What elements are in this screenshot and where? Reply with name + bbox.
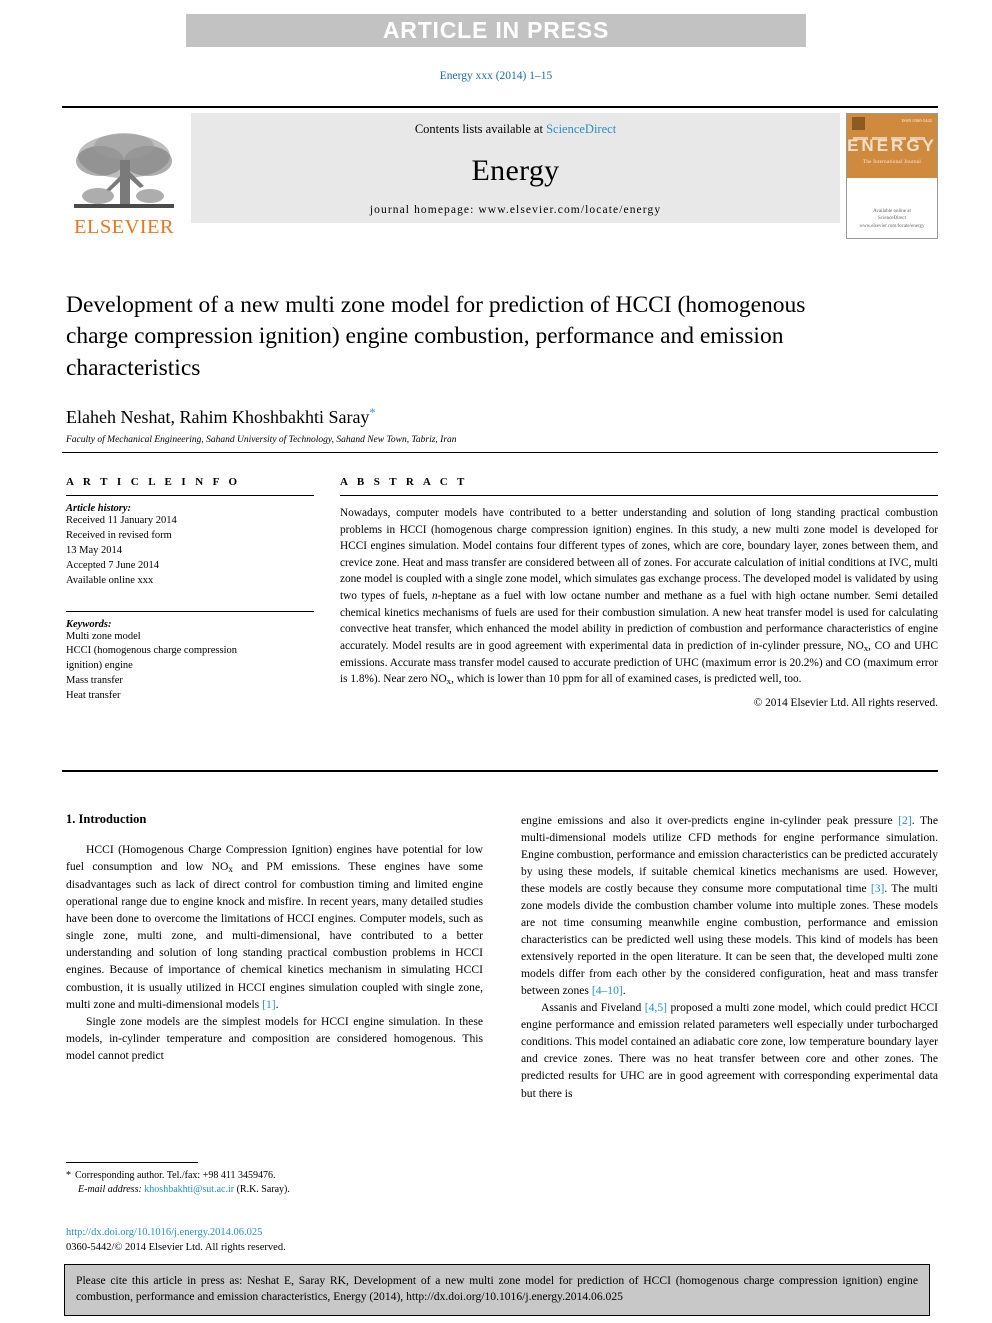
page-title: Development of a new multi zone model fo… [66,292,806,381]
sciencedirect-link[interactable]: ScienceDirect [546,122,616,136]
running-head: Energy xxx (2014) 1–15 [439,70,553,82]
para-text: Assanis and Fiveland [541,1001,645,1015]
doi-block: http://dx.doi.org/10.1016/j.energy.2014.… [66,1225,566,1255]
article-history-item: Available online xxx [66,574,154,586]
info-section-rule [62,452,938,453]
citation-ref[interactable]: [4–10] [592,984,623,997]
paragraph: Assanis and Fiveland [4,5] proposed a mu… [521,999,938,1101]
elsevier-logo: ELSEVIER [62,113,186,239]
citation-ref[interactable]: [3] [871,882,885,895]
para-text: . [622,984,626,998]
keyword-item: HCCI (homogenous charge compression [66,645,237,657]
paragraph: Single zone models are the simplest mode… [66,1014,483,1062]
abstract-body: Nowadays, computer models have contribut… [340,505,938,688]
body-columns: 1. Introduction HCCI (Homogenous Charge … [66,812,938,1102]
affiliation: Faculty of Mechanical Engineering, Sahan… [66,435,457,446]
email-label: E-mail address: [78,1184,142,1196]
cover-footer-line2: ScienceDirect [877,216,907,221]
abstract-text-1: Nowadays, computer models have contribut… [340,507,938,602]
abstract-heading: A B S T R A C T [340,476,468,488]
keyword-item: ignition) engine [66,660,133,672]
cover-footer: Available online at ScienceDirect www.el… [847,208,937,231]
right-column: engine emissions and also it over-predic… [521,812,938,1102]
para-text: proposed a multi zone model, which could… [521,1001,938,1100]
keyword-item: Heat transfer [66,690,121,702]
keyword-item: Mass transfer [66,675,123,687]
author-names: Elaheh Neshat, Rahim Khoshbakhti Saray [66,407,370,428]
journal-homepage[interactable]: journal homepage: www.elsevier.com/locat… [370,204,661,216]
elsevier-tree-icon [74,132,174,208]
title-block: Development of a new multi zone model fo… [66,290,856,445]
citation-ref[interactable]: [2] [898,814,912,827]
article-in-press-banner: ARTICLE IN PRESS [186,14,806,47]
para-text: . The multi zone models divide the combu… [521,882,938,998]
paragraph: HCCI (Homogenous Charge Compression Igni… [66,841,483,1013]
journal-info-box: Contents lists available at ScienceDirec… [191,113,840,223]
doi-link[interactable]: http://dx.doi.org/10.1016/j.energy.2014.… [66,1225,566,1240]
article-info-heading: A R T I C L E I N F O [66,476,241,488]
left-column: 1. Introduction HCCI (Homogenous Charge … [66,812,483,1102]
journal-masthead: ELSEVIER Contents lists available at Sci… [62,106,938,239]
article-history-label: Article history: [66,503,132,514]
para-text: . [275,997,279,1011]
article-info-column: A R T I C L E I N F O Article history: R… [66,476,314,709]
citation-ref[interactable]: [1] [262,998,276,1011]
article-history-item: 13 May 2014 [66,544,122,556]
section-heading-introduction: 1. Introduction [66,812,147,826]
footnote-rule [66,1162,198,1163]
email-link[interactable]: khoshbakhti@sut.ac.ir [144,1184,234,1195]
journal-cover-thumbnail: ISSN 0360-5442 ENERGY The International … [846,113,938,239]
keywords-label: Keywords: [66,618,112,630]
corresponding-author-note: * Corresponding author. Tel./fax: +98 411… [66,1169,483,1183]
footnote-text: Corresponding author. Tel./fax: +98 411 … [75,1170,276,1181]
contents-available-line: Contents lists available at ScienceDirec… [415,122,616,137]
cover-decor-lines [853,127,931,140]
cover-title: ENERGY [847,136,937,155]
para-text: engine emissions and also it over-predic… [521,814,899,827]
citation-box: Please cite this article in press as: Ne… [64,1264,930,1316]
contents-prefix: Contents lists available at [414,122,547,136]
paper-page: ARTICLE IN PRESS Energy xxx (2014) 1–15 [0,0,992,1323]
corresponding-author-marker: * [369,405,376,420]
paragraph: engine emissions and also it over-predic… [521,812,938,999]
email-owner: (R.K. Saray). [236,1184,290,1196]
keyword-item: Multi zone model [66,630,141,642]
info-abstract-row: A R T I C L E I N F O Article history: R… [66,476,938,709]
footnote-star: * [66,1170,71,1181]
article-history-item: Received in revised form [66,529,172,541]
body-section-rule [62,770,938,772]
footnote-block: * Corresponding author. Tel./fax: +98 411… [66,1162,483,1197]
article-in-press-label: ARTICLE IN PRESS [382,17,610,43]
abstract-column: A B S T R A C T Nowadays, computer model… [340,476,938,709]
article-info-divider [66,495,314,496]
issn-copyright-line: 0360-5442/© 2014 Elsevier Ltd. All right… [66,1242,286,1254]
journal-title: Energy [471,153,560,187]
cover-footer-line1: Available online at [873,208,911,214]
para-text: and PM emissions. These engines have som… [66,860,483,1011]
abstract-copyright: © 2014 Elsevier Ltd. All rights reserved… [753,697,938,710]
keywords-divider [66,610,314,612]
cover-footer-line3: www.elsevier.com/locate/energy [859,223,925,229]
article-history-item: Accepted 7 June 2014 [66,559,160,571]
abstract-divider [340,495,938,496]
cover-issn: ISSN 0360-5442 [901,118,932,123]
author-list: Elaheh Neshat, Rahim Khoshbakhti Saray* [66,405,856,428]
email-note: E-mail address: khoshbakhti@sut.ac.ir (R… [66,1183,483,1197]
elsevier-wordmark: ELSEVIER [74,215,174,238]
abstract-text-4: , which is lower than 10 ppm for all of … [451,673,802,686]
cover-subtitle: The International Journal [862,160,922,165]
article-history-item: Received 11 January 2014 [66,515,177,526]
citation-ref[interactable]: [4,5] [645,1001,667,1014]
